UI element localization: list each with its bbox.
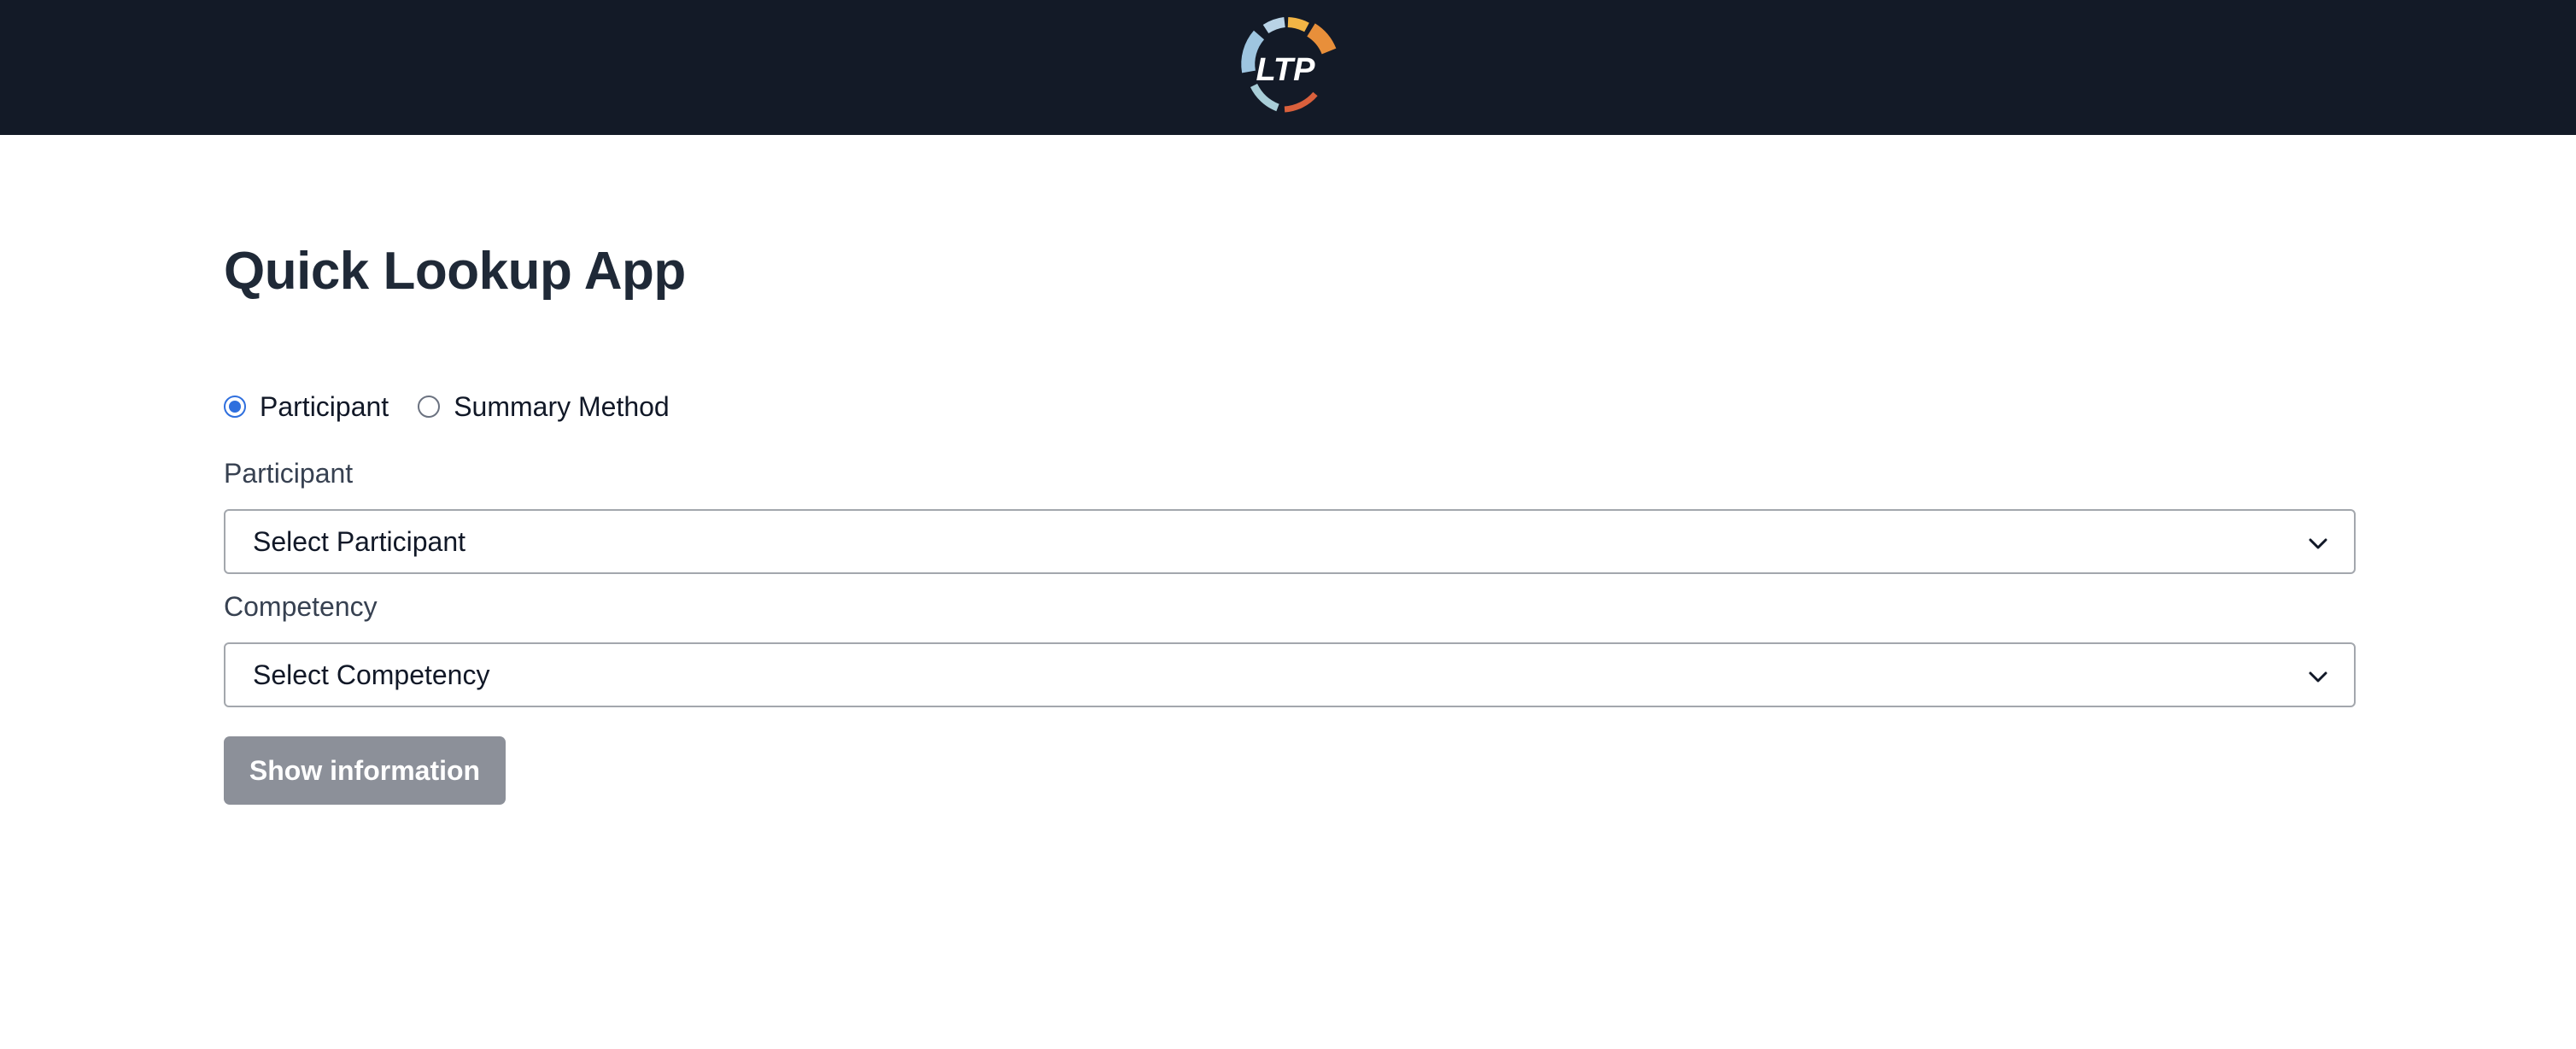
- chevron-down-icon: [2306, 531, 2330, 555]
- participant-field-label: Participant: [224, 458, 354, 489]
- chevron-down-icon: [2306, 665, 2330, 689]
- competency-select[interactable]: Select Competency: [224, 642, 2356, 707]
- ltp-logo[interactable]: LTP: [1228, 14, 1348, 120]
- radio-participant-indicator[interactable]: [224, 396, 246, 418]
- radio-participant[interactable]: Participant: [224, 391, 389, 423]
- participant-select[interactable]: Select Participant: [224, 509, 2356, 574]
- lookup-mode-radio-group: Participant Summary Method: [224, 390, 670, 424]
- page-title: Quick Lookup App: [224, 242, 686, 301]
- radio-summary-method-indicator[interactable]: [418, 396, 441, 418]
- ltp-logo-icon: LTP: [1241, 17, 1337, 113]
- competency-select-value: Select Competency: [253, 659, 490, 690]
- top-navigation-bar: LTP: [0, 0, 2576, 135]
- participant-select-value: Select Participant: [253, 525, 466, 557]
- radio-summary-method[interactable]: Summary Method: [418, 391, 670, 423]
- competency-field-label: Competency: [224, 591, 378, 622]
- logo-text: LTP: [1256, 52, 1316, 88]
- show-information-button[interactable]: Show information: [224, 736, 506, 805]
- radio-participant-label[interactable]: Participant: [260, 391, 389, 423]
- radio-summary-method-label[interactable]: Summary Method: [454, 391, 670, 423]
